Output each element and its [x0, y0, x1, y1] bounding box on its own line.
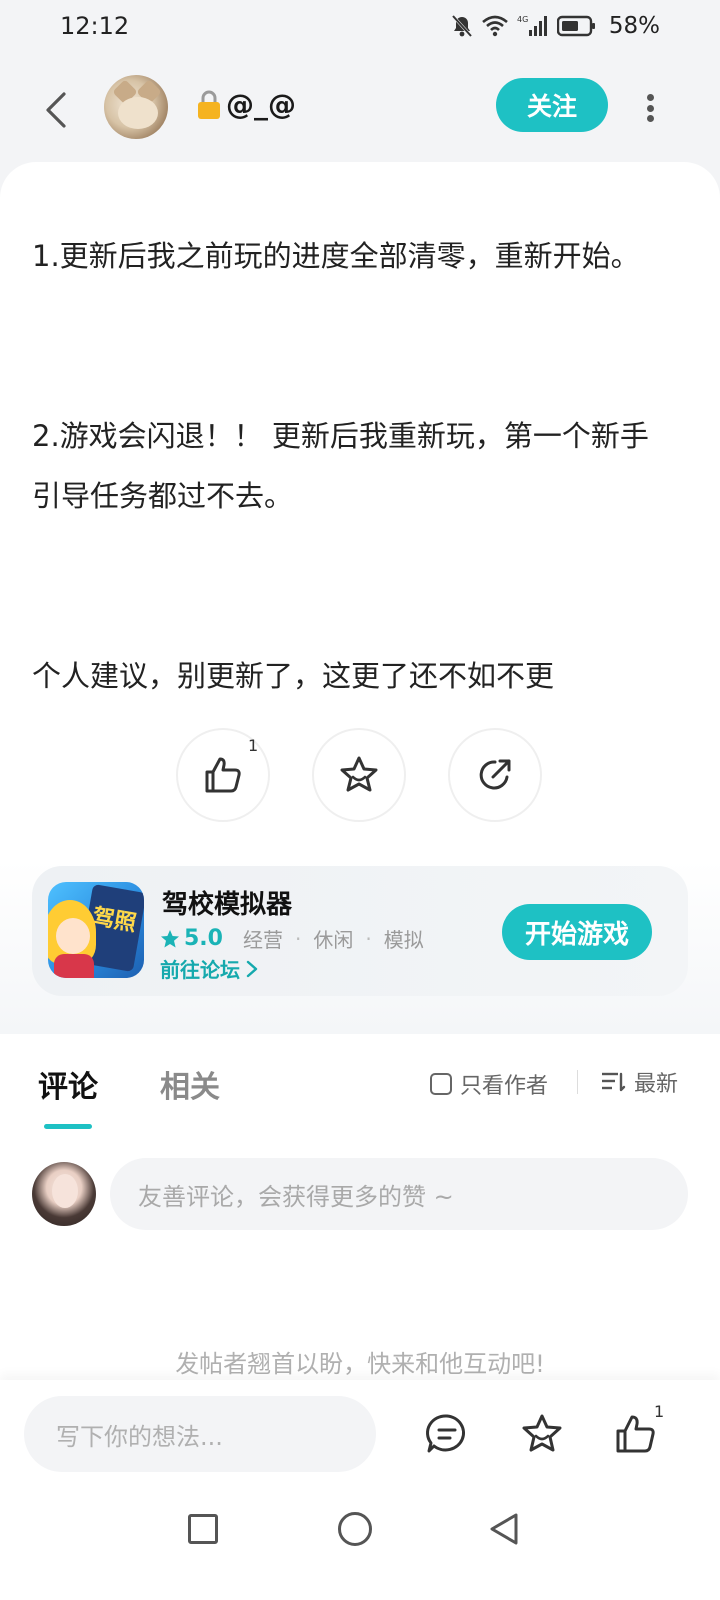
share-icon [479, 759, 511, 790]
sort-button[interactable]: 最新 [600, 1066, 678, 1098]
active-tab-indicator [44, 1124, 92, 1129]
bottom-action-bar: 写下你的想法... 1 [0, 1380, 720, 1490]
more-options-button[interactable] [640, 90, 660, 126]
signal-icon: 4G [517, 15, 547, 36]
game-icon[interactable]: 驾照 [48, 882, 144, 978]
back-button[interactable] [36, 88, 76, 132]
comments-section: 评论 相关 只看作者 最新 友善评论，会获得更多的赞 ~ 发帖者翘首以盼，快来和… [0, 1034, 720, 1380]
game-tag: 模拟 [383, 928, 424, 952]
post-paragraph: 2.游戏会闪退！！ 更新后我重新玩，第一个新手引导任务都过不去。 [32, 419, 649, 513]
current-user-avatar [32, 1162, 96, 1226]
system-navigation-bar [0, 1490, 720, 1600]
wifi-icon [482, 15, 508, 37]
author-name[interactable]: @_@ [196, 88, 296, 121]
share-button[interactable] [448, 728, 542, 822]
system-back-icon[interactable] [488, 1512, 520, 1546]
forum-link-label: 前往论坛 [160, 958, 240, 982]
status-time: 12:12 [60, 12, 130, 40]
forum-link[interactable]: 前往论坛 [160, 954, 258, 983]
post-paragraph: 个人建议，别更新了，这更了还不如不更 [32, 659, 555, 693]
mute-bell-icon [451, 14, 472, 38]
comment-input[interactable]: 友善评论，会获得更多的赞 ~ [110, 1158, 688, 1230]
status-icons: 4G 58% [451, 13, 660, 39]
play-game-button[interactable]: 开始游戏 [502, 904, 652, 960]
game-name[interactable]: 驾校模拟器 [162, 884, 292, 921]
rating-star-icon [161, 929, 179, 947]
star-icon[interactable] [520, 1412, 564, 1456]
author-name-text: @_@ [226, 88, 296, 121]
follow-button[interactable]: 关注 [496, 78, 608, 132]
star-icon [340, 756, 378, 792]
game-card[interactable]: 驾照 驾校模拟器 5.0 经营 · 休闲 · 模拟 前往论坛 开始游戏 [32, 866, 688, 996]
only-author-checkbox[interactable] [430, 1073, 452, 1095]
thought-input[interactable]: 写下你的想法... [24, 1396, 376, 1472]
game-tag: 休闲 [313, 928, 354, 952]
post-card: 1.更新后我之前玩的进度全部清零，重新开始。 2.游戏会闪退！！ 更新后我重新玩… [0, 162, 720, 1034]
game-tag: 经营 [242, 928, 283, 952]
thumbs-up-icon [205, 757, 241, 793]
thumbs-up-icon[interactable] [614, 1412, 658, 1456]
recent-apps-button[interactable] [188, 1514, 218, 1544]
favorite-button[interactable] [312, 728, 406, 822]
tab-related[interactable]: 相关 [160, 1062, 220, 1106]
sort-icon [602, 1072, 626, 1092]
author-avatar[interactable] [104, 75, 168, 139]
battery-percent: 58% [608, 13, 660, 39]
game-meta: 5.0 经营 · 休闲 · 模拟 [160, 924, 428, 953]
post-header: @_@ 关注 [0, 66, 720, 156]
game-rating: 5.0 [184, 926, 223, 951]
only-author-toggle[interactable]: 只看作者 [430, 1068, 548, 1100]
sort-label: 最新 [634, 1072, 679, 1097]
post-actions: 1 [0, 728, 720, 822]
chevron-right-icon [246, 960, 258, 977]
tab-comments[interactable]: 评论 [38, 1062, 98, 1106]
comment-icon[interactable] [425, 1412, 469, 1456]
home-button[interactable] [338, 1512, 372, 1546]
only-author-label: 只看作者 [460, 1074, 549, 1099]
svg-text:4G: 4G [517, 15, 528, 24]
like-count: 1 [248, 736, 259, 755]
chevron-left-icon [46, 92, 66, 128]
lock-icon [198, 90, 220, 119]
post-paragraph: 1.更新后我之前玩的进度全部清零，重新开始。 [32, 239, 640, 273]
battery-icon [556, 15, 595, 37]
bottom-like-count: 1 [654, 1402, 665, 1421]
empty-comments-hint: 发帖者翘首以盼，快来和他互动吧! [175, 1350, 545, 1378]
divider [577, 1070, 578, 1094]
status-bar: 12:12 4G 58% [0, 0, 720, 52]
